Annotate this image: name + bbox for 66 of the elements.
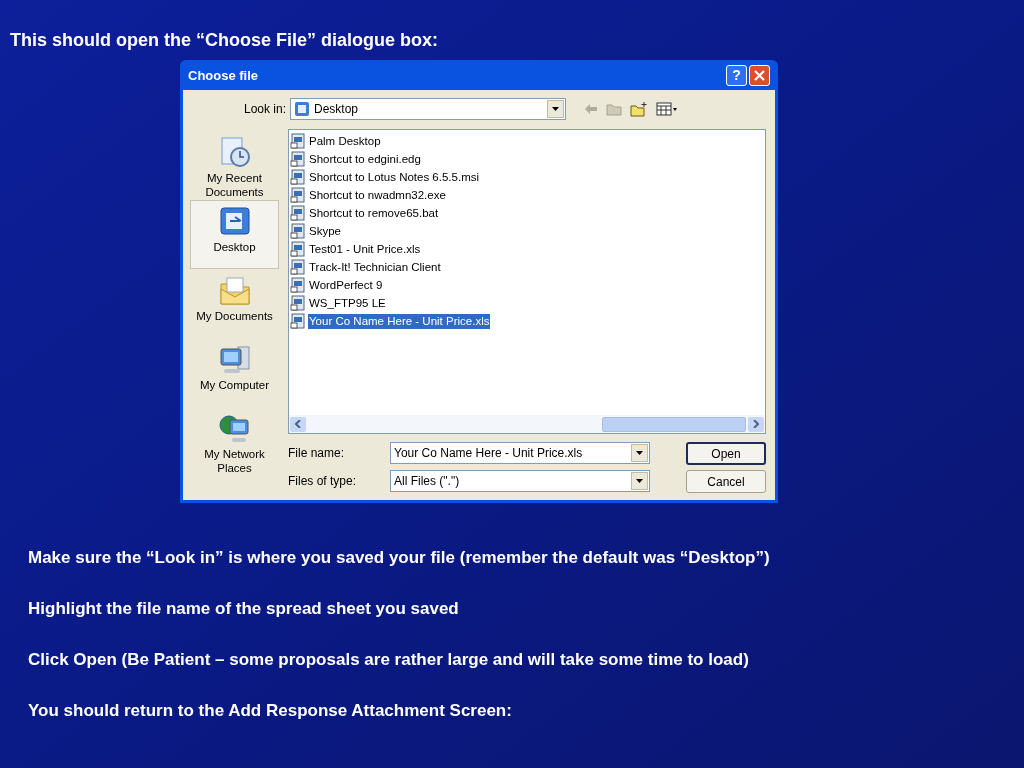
file-name: Shortcut to nwadmn32.exe [308,187,447,203]
file-item[interactable]: Shortcut to nwadmn32.exe [290,186,765,204]
places-label: Desktop [212,240,257,254]
dropdown-button[interactable] [547,100,564,118]
places-label: My Network Places [203,447,266,475]
window-title: Choose file [188,68,260,82]
slide-heading: This should open the “Choose File” dialogue box: [10,29,439,51]
close-button[interactable] [749,64,770,86]
close-icon [754,69,765,81]
field-value: Desktop [314,101,360,118]
file-name: Track-It! Technician Client [308,259,442,275]
file-item[interactable]: Track-It! Technician Client [290,258,765,276]
places-label: My Computer [199,378,270,392]
file-name: Shortcut to Lotus Notes 6.5.5.msi [308,169,481,185]
file-name-label: File name: [288,445,346,462]
caret-icon [636,479,643,483]
places-item[interactable]: Desktop [190,200,279,269]
dropdown-button[interactable] [631,472,648,490]
places-item[interactable]: My Computer [190,338,279,407]
places-label: My Recent Documents [204,171,265,199]
file-name: Shortcut to remove65.bat [308,205,440,221]
instruction-text: You should return to the Add Response Attachment Screen: [28,701,513,721]
desktop-icon [294,101,310,117]
open-button[interactable]: Open [686,442,766,465]
caret-icon [552,107,559,111]
cancel-button[interactable]: Cancel [686,470,766,493]
scroll-right-button[interactable] [748,416,764,432]
caret-icon [636,451,643,455]
file-name-field[interactable]: Your Co Name Here - Unit Price.xls [390,442,650,464]
file-name: WordPerfect 9 [308,277,384,293]
help-button[interactable]: ? [726,64,747,86]
view-menu-icon[interactable] [656,102,678,116]
file-item[interactable]: WS_FTP95 LE [290,294,765,312]
file-name: Palm Desktop [308,133,382,149]
scroll-thumb[interactable] [602,416,746,432]
look-in-label: Look in: [242,101,287,118]
instruction-text: Click Open (Be Patient – some proposals are rather large and will take some time to load) [28,650,750,670]
file-item[interactable]: WordPerfect 9 [290,276,765,294]
instruction-text: Make sure the “Look in” is where you saved your file (remember the default was “Desktop”) [28,548,771,568]
file-name: Shortcut to edgini.edg [308,151,422,167]
file-name: Test01 - Unit Price.xls [308,241,422,257]
field-value: Your Co Name Here - Unit Price.xls [394,445,584,462]
file-item[interactable]: Skype [290,222,765,240]
file-item[interactable]: Your Co Name Here - Unit Price.xls [290,312,765,330]
new-folder-icon[interactable] [630,101,648,117]
file-item[interactable]: Palm Desktop [290,132,765,150]
file-item[interactable]: Shortcut to edgini.edg [290,150,765,168]
places-item[interactable]: My Network Places [190,407,279,476]
dropdown-button[interactable] [631,444,648,462]
file-name: Skype [308,223,342,239]
field-value: All Files (".") [394,473,461,490]
file-type-dropdown[interactable]: All Files (".") [390,470,650,492]
folder-icon [217,274,252,308]
file-name: Your Co Name Here - Unit Price.xls [308,313,491,329]
places-label: My Documents [195,309,274,323]
places-item[interactable]: My Recent Documents [190,131,279,200]
file-item[interactable]: Shortcut to remove65.bat [290,204,765,222]
look-in-dropdown[interactable]: Desktop [290,98,566,120]
instruction-text: Highlight the file name of the spread sheet you saved [28,599,460,619]
horizontal-scrollbar[interactable] [289,415,765,433]
file-item[interactable]: Shortcut to Lotus Notes 6.5.5.msi [290,168,765,186]
file-item[interactable]: Test01 - Unit Price.xls [290,240,765,258]
file-type-label: Files of type: [288,473,358,490]
places-item[interactable]: My Documents [190,269,279,338]
file-name: WS_FTP95 LE [308,295,387,311]
scroll-left-button[interactable] [290,416,306,432]
